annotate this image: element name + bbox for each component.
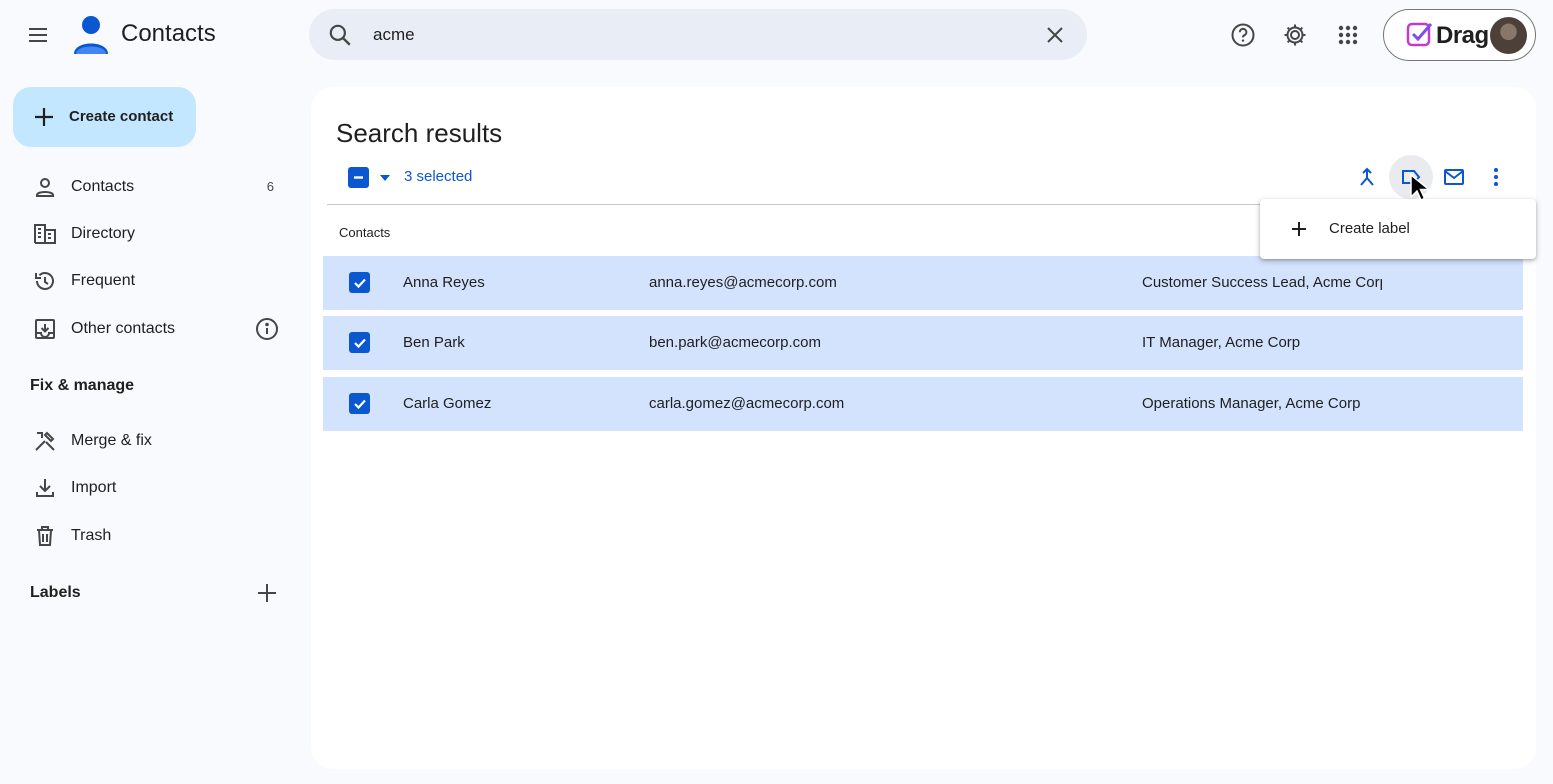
plus-icon <box>258 584 276 602</box>
search-input[interactable] <box>373 21 1013 49</box>
selection-menu-button[interactable] <box>377 170 393 186</box>
info-icon[interactable] <box>254 316 280 342</box>
drag-checkbox-logo-icon <box>1406 22 1433 47</box>
merge-icon <box>1360 167 1374 186</box>
indeterminate-icon <box>354 176 363 179</box>
trash-icon <box>32 523 58 549</box>
add-label-button[interactable] <box>254 580 280 606</box>
table-row[interactable]: Carla Gomez carla.gomez@acmecorp.com Ope… <box>323 377 1523 431</box>
selected-count: 3 selected <box>404 168 473 185</box>
contact-name: Carla Gomez <box>403 395 492 412</box>
settings-button[interactable] <box>1275 15 1315 55</box>
more-vert-icon <box>1494 168 1498 186</box>
contact-job: Operations Manager, Acme Corp <box>1142 395 1361 412</box>
gear-icon <box>1284 24 1306 46</box>
sidebar-item-label: Merge & fix <box>71 432 152 449</box>
close-icon <box>1047 27 1063 43</box>
table-row[interactable]: Ben Park ben.park@acmecorp.com IT Manage… <box>323 316 1523 370</box>
clear-search-button[interactable] <box>1041 21 1069 49</box>
create-label-menu-item[interactable]: Create label <box>1260 199 1536 259</box>
merge-button[interactable] <box>1345 155 1389 199</box>
contact-job: IT Manager, Acme Corp <box>1142 334 1301 351</box>
account-switcher[interactable]: Drag <box>1383 9 1536 61</box>
contacts-count: 6 <box>266 179 274 194</box>
sidebar-item-merge-fix[interactable]: Merge & fix <box>0 419 296 463</box>
caret-down-icon <box>380 175 390 181</box>
building-icon <box>32 221 58 247</box>
apps-grid-icon <box>1338 25 1358 45</box>
app-header: Contacts Drag <box>0 0 1553 70</box>
inbox-download-icon <box>32 316 58 342</box>
help-button[interactable] <box>1223 15 1263 55</box>
sidebar-item-other-contacts[interactable]: Other contacts <box>0 307 296 351</box>
table-row[interactable]: Anna Reyes anna.reyes@acmecorp.com Custo… <box>323 256 1523 310</box>
sidebar-item-contacts[interactable]: Contacts 6 <box>0 165 296 209</box>
row-checkbox[interactable] <box>349 272 370 293</box>
sidebar-item-import[interactable]: Import <box>0 466 296 510</box>
sidebar-item-label: Directory <box>71 225 136 242</box>
row-checkbox[interactable] <box>349 393 370 414</box>
create-label-text: Create label <box>1329 220 1410 237</box>
history-icon <box>32 268 58 294</box>
fix-manage-heading: Fix & manage <box>30 377 135 394</box>
avatar[interactable] <box>1490 17 1527 54</box>
mail-icon <box>1444 169 1464 185</box>
apps-button[interactable] <box>1328 15 1368 55</box>
row-checkbox[interactable] <box>349 332 370 353</box>
download-icon <box>32 475 58 501</box>
send-email-button[interactable] <box>1432 155 1476 199</box>
create-contact-button[interactable]: Create contact <box>13 87 196 147</box>
label-menu: Create label <box>1260 199 1536 259</box>
sidebar-item-label: Contacts <box>71 178 135 195</box>
contact-name: Ben Park <box>403 334 465 351</box>
labels-heading: Labels <box>30 584 81 601</box>
contact-email: ben.park@acmecorp.com <box>649 334 821 351</box>
contact-email: carla.gomez@acmecorp.com <box>649 395 845 412</box>
check-icon <box>353 399 366 409</box>
drag-app-name: Drag <box>1436 22 1489 49</box>
tools-icon <box>32 428 58 454</box>
check-icon <box>353 338 366 348</box>
check-icon <box>353 278 366 288</box>
contacts-logo-icon <box>74 16 108 54</box>
search-icon[interactable] <box>327 22 353 48</box>
hamburger-icon <box>29 28 47 42</box>
mouse-cursor-icon <box>1410 173 1429 201</box>
sidebar-item-label: Import <box>71 479 117 496</box>
contact-name: Anna Reyes <box>403 274 485 291</box>
sidebar-item-frequent[interactable]: Frequent <box>0 259 296 303</box>
contact-job: Customer Success Lead, Acme Corp <box>1142 274 1382 291</box>
sidebar-item-label: Other contacts <box>71 320 176 337</box>
more-actions-button[interactable] <box>1474 155 1518 199</box>
sidebar-item-label: Frequent <box>71 272 136 289</box>
sidebar-item-directory[interactable]: Directory <box>0 212 296 256</box>
search-bar[interactable] <box>309 9 1087 60</box>
search-results-panel: Search results 3 selected Contacts Anna … <box>311 87 1536 769</box>
plus-icon <box>1286 216 1312 242</box>
sidebar-item-trash[interactable]: Trash <box>0 514 296 558</box>
plus-icon <box>35 108 53 126</box>
column-header-contacts: Contacts <box>339 225 391 240</box>
create-contact-label: Create contact <box>69 108 174 125</box>
app-title: Contacts <box>121 20 216 47</box>
help-icon <box>1231 23 1255 47</box>
contact-email: anna.reyes@acmecorp.com <box>649 274 837 291</box>
select-all-checkbox[interactable] <box>348 167 369 188</box>
page-title: Search results <box>336 118 503 148</box>
sidebar-item-label: Trash <box>71 527 112 544</box>
person-icon <box>32 174 58 200</box>
main-menu-button[interactable] <box>18 15 58 55</box>
